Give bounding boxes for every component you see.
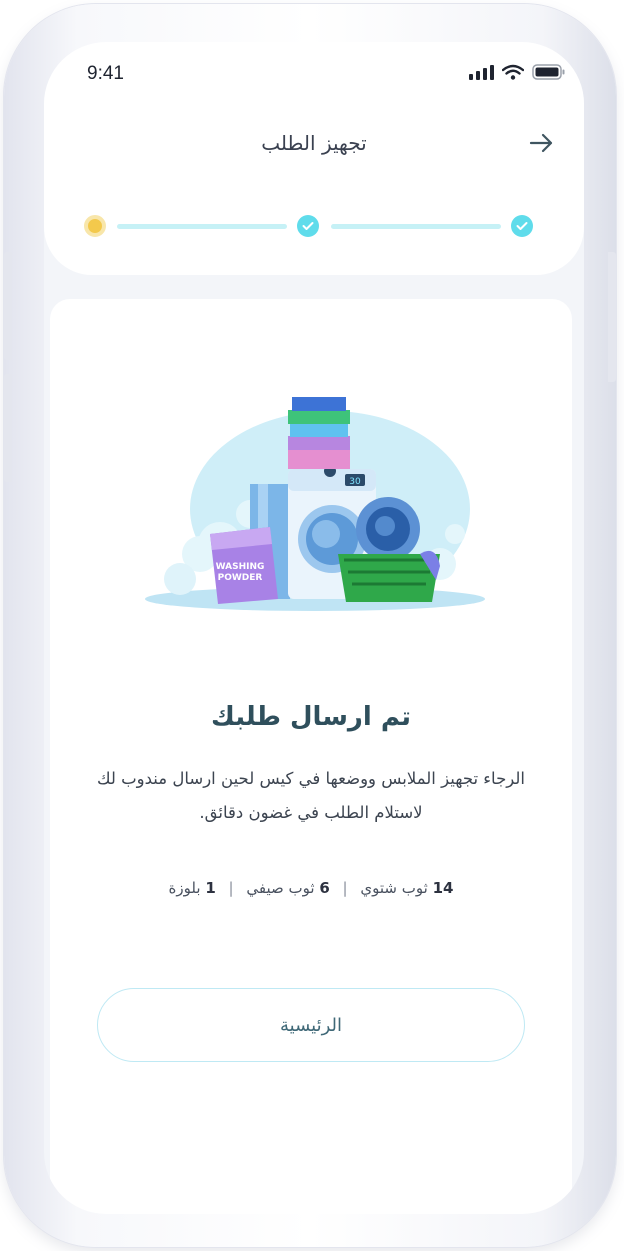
- volume-down-button: [4, 374, 12, 482]
- machine-display-text: 30: [349, 477, 361, 487]
- step-done-dot: [511, 215, 533, 237]
- confirmation-card: 30 WASHING POWDER تم ارسال طلبك الرجاء ت…: [50, 299, 572, 1214]
- laundry-illustration: 30 WASHING POWDER: [145, 397, 485, 611]
- power-button: [608, 252, 616, 382]
- confirmation-description: الرجاء تجهيز الملابس ووضعها في كيس لحين …: [96, 769, 526, 822]
- phone-frame: 9:41 تجهيز الطلب 30 WASHING POWDER تم ار…: [4, 4, 616, 1247]
- volume-up-button: [4, 252, 12, 360]
- summary-item: 1 بلوزة: [168, 879, 216, 897]
- progress-stepper: [84, 214, 536, 238]
- signal-icon: [469, 65, 494, 80]
- summary-separator: |: [342, 879, 348, 897]
- summary-separator: |: [228, 879, 234, 897]
- check-icon: [516, 222, 528, 230]
- order-summary: 14 ثوب شتوي | 6 ثوب صيفي | 1 بلوزة: [50, 879, 572, 897]
- battery-icon: [532, 64, 565, 80]
- powder-label-line1: WASHING: [216, 562, 265, 572]
- home-button[interactable]: الرئيسية: [97, 988, 525, 1062]
- summary-item: 14 ثوب شتوي: [360, 879, 454, 897]
- status-time: 9:41: [87, 63, 124, 84]
- powder-label-line2: POWDER: [218, 573, 263, 583]
- screen: 9:41 تجهيز الطلب 30 WASHING POWDER تم ار…: [44, 42, 584, 1214]
- step-connector: [117, 224, 287, 229]
- wifi-icon: [502, 64, 524, 80]
- header: 9:41 تجهيز الطلب: [44, 42, 584, 275]
- status-icons: [468, 64, 566, 80]
- step-current-dot: [84, 215, 106, 237]
- step-connector: [331, 224, 501, 229]
- step-done-dot: [297, 215, 319, 237]
- confirmation-heading: تم ارسال طلبك: [211, 702, 411, 732]
- check-icon: [302, 222, 314, 230]
- back-arrow-icon[interactable]: [528, 132, 554, 154]
- page-title: تجهيز الطلب: [261, 131, 367, 155]
- summary-item: 6 ثوب صيفي: [246, 879, 330, 897]
